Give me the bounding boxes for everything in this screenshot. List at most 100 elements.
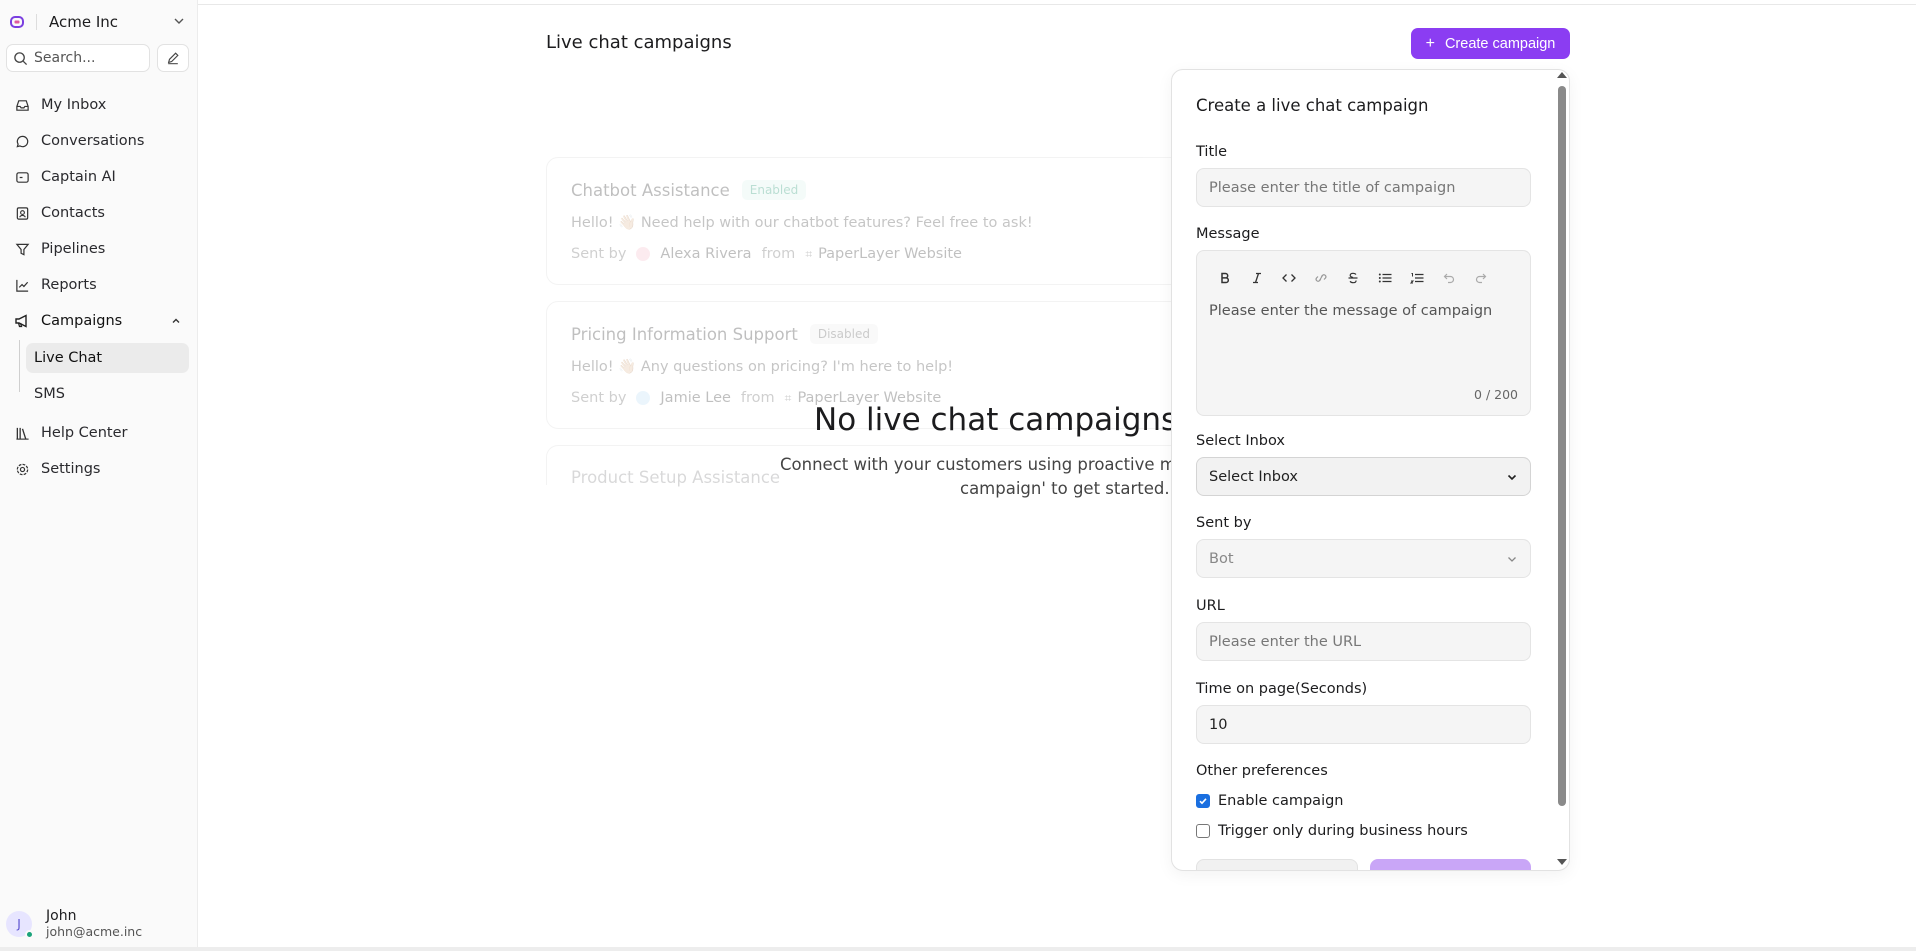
sidebar-item-label: Settings bbox=[41, 461, 101, 477]
from-label: from bbox=[740, 390, 775, 406]
create-campaign-label: Create campaign bbox=[1444, 35, 1556, 52]
sender-avatar bbox=[636, 247, 651, 261]
sidebar-item-label: Campaigns bbox=[41, 313, 123, 329]
business-hours-label: Trigger only during business hours bbox=[1218, 823, 1468, 839]
status-badge: Enabled bbox=[741, 180, 807, 200]
sidebar: Acme Inc My Inbox Conversations Captain … bbox=[0, 0, 198, 951]
sidebar-item-help-center[interactable]: Help Center bbox=[8, 419, 190, 447]
sidebar-item-my-inbox[interactable]: My Inbox bbox=[8, 91, 190, 119]
sent-by-label: Sent by bbox=[571, 246, 627, 262]
from-label: from bbox=[761, 246, 796, 262]
message-char-counter: 0 / 200 bbox=[1474, 387, 1518, 402]
inbox-select-value: Select Inbox bbox=[1209, 468, 1299, 485]
org-logo-icon bbox=[8, 13, 26, 31]
bot-icon bbox=[14, 169, 30, 185]
sidebar-item-contacts[interactable]: Contacts bbox=[8, 199, 190, 227]
link-icon[interactable] bbox=[1305, 269, 1337, 287]
plus-icon: + bbox=[1425, 34, 1435, 52]
sidebar-item-reports[interactable]: Reports bbox=[8, 271, 190, 299]
create-campaign-button[interactable]: + Create campaign bbox=[1411, 28, 1570, 59]
enable-campaign-option[interactable]: Enable campaign bbox=[1196, 793, 1344, 809]
org-name: Acme Inc bbox=[49, 13, 119, 31]
sidebar-item-captain-ai[interactable]: Captain AI bbox=[8, 163, 190, 191]
sender-avatar bbox=[636, 391, 651, 405]
italic-icon[interactable] bbox=[1241, 269, 1273, 287]
scrollbar-thumb[interactable] bbox=[1558, 86, 1566, 806]
chart-line-icon bbox=[14, 277, 30, 293]
sidebar-subitem-live-chat[interactable]: Live Chat bbox=[26, 343, 189, 373]
sender-name: Alexa Rivera bbox=[660, 246, 752, 262]
chevron-up-icon bbox=[170, 315, 182, 327]
campaign-message: Hello! 👋🏼 Any questions on pricing? I'm … bbox=[571, 359, 954, 375]
avatar-initial: J bbox=[17, 917, 21, 931]
scroll-down-arrow[interactable] bbox=[1557, 859, 1567, 865]
enable-campaign-label: Enable campaign bbox=[1218, 793, 1344, 809]
search-icon bbox=[13, 51, 28, 66]
campaign-message: Hello! 👋🏼 Need help with our chatbot fea… bbox=[571, 215, 1033, 231]
message-placeholder: Please enter the message of campaign bbox=[1209, 303, 1493, 319]
inbox-name: PaperLayer Website bbox=[818, 246, 962, 262]
funnel-icon bbox=[14, 241, 30, 257]
enable-campaign-checkbox[interactable] bbox=[1196, 794, 1210, 808]
other-preferences-label: Other preferences bbox=[1196, 763, 1328, 779]
code-icon[interactable] bbox=[1273, 269, 1305, 287]
sidebar-item-campaigns[interactable]: Campaigns bbox=[8, 307, 190, 335]
submenu-line bbox=[19, 340, 20, 392]
url-label: URL bbox=[1196, 598, 1225, 614]
inbox-label: Select Inbox bbox=[1196, 433, 1286, 449]
search-box[interactable] bbox=[6, 44, 150, 72]
scroll-up-arrow[interactable] bbox=[1557, 72, 1567, 78]
create-campaign-panel: Create a live chat campaign Title Messag… bbox=[1171, 69, 1570, 871]
sent-by-label: Sent by bbox=[1196, 515, 1252, 531]
org-switcher[interactable]: Acme Inc bbox=[8, 10, 188, 34]
strikethrough-icon[interactable] bbox=[1337, 269, 1369, 287]
compose-button[interactable] bbox=[157, 44, 189, 72]
bullet-list-icon[interactable] bbox=[1369, 269, 1401, 287]
title-label: Title bbox=[1196, 144, 1228, 160]
sidebar-item-label: Captain AI bbox=[41, 169, 116, 185]
panel-title: Create a live chat campaign bbox=[1196, 96, 1429, 115]
sidebar-item-label: My Inbox bbox=[41, 97, 107, 113]
chevron-down-icon bbox=[1506, 471, 1518, 483]
time-on-page-label: Time on page(Seconds) bbox=[1196, 681, 1368, 697]
undo-icon[interactable] bbox=[1433, 269, 1465, 287]
user-name: John bbox=[46, 908, 77, 924]
numbered-list-icon[interactable] bbox=[1401, 269, 1433, 287]
campaign-card: Chatbot Assistance Enabled Hello! 👋🏼 Nee… bbox=[546, 157, 1186, 285]
sidebar-item-settings[interactable]: Settings bbox=[8, 455, 190, 483]
chat-bubble-icon bbox=[14, 133, 30, 149]
sidebar-item-label: Reports bbox=[41, 277, 97, 293]
url-input[interactable] bbox=[1196, 622, 1531, 661]
cancel-button[interactable] bbox=[1196, 859, 1358, 870]
website-inbox-icon: ⌗ bbox=[805, 246, 813, 261]
sidebar-item-conversations[interactable]: Conversations bbox=[8, 127, 190, 155]
sidebar-item-label: Contacts bbox=[41, 205, 105, 221]
website-inbox-icon: ⌗ bbox=[784, 390, 792, 405]
message-editor[interactable]: Please enter the message of campaign 0 /… bbox=[1196, 250, 1531, 416]
sender-name: Jamie Lee bbox=[660, 390, 731, 406]
sidebar-item-pipelines[interactable]: Pipelines bbox=[8, 235, 190, 263]
sidebar-item-label: Pipelines bbox=[41, 241, 106, 257]
campaign-title: Chatbot Assistance bbox=[571, 180, 730, 200]
time-on-page-input[interactable] bbox=[1196, 705, 1531, 744]
business-hours-option[interactable]: Trigger only during business hours bbox=[1196, 823, 1468, 839]
title-input[interactable] bbox=[1196, 168, 1531, 207]
sidebar-subitem-sms[interactable]: SMS bbox=[26, 379, 189, 409]
user-email: john@acme.inc bbox=[46, 924, 143, 939]
sent-by-select[interactable]: Bot bbox=[1196, 539, 1531, 578]
bold-icon[interactable] bbox=[1209, 269, 1241, 287]
inbox-select[interactable]: Select Inbox bbox=[1196, 457, 1531, 496]
contact-card-icon bbox=[14, 205, 30, 221]
redo-icon[interactable] bbox=[1465, 269, 1497, 287]
gear-icon bbox=[14, 461, 30, 477]
megaphone-icon bbox=[14, 313, 30, 329]
campaign-title: Pricing Information Support bbox=[571, 324, 798, 344]
bottom-edge bbox=[0, 947, 1916, 951]
editor-toolbar bbox=[1209, 269, 1497, 287]
business-hours-checkbox[interactable] bbox=[1196, 824, 1210, 838]
page-title: Live chat campaigns bbox=[546, 32, 732, 53]
search-input[interactable] bbox=[34, 50, 134, 66]
sidebar-item-label: Conversations bbox=[41, 133, 145, 149]
submit-button[interactable] bbox=[1370, 859, 1531, 870]
user-menu[interactable]: J John john@acme.inc bbox=[6, 904, 192, 944]
